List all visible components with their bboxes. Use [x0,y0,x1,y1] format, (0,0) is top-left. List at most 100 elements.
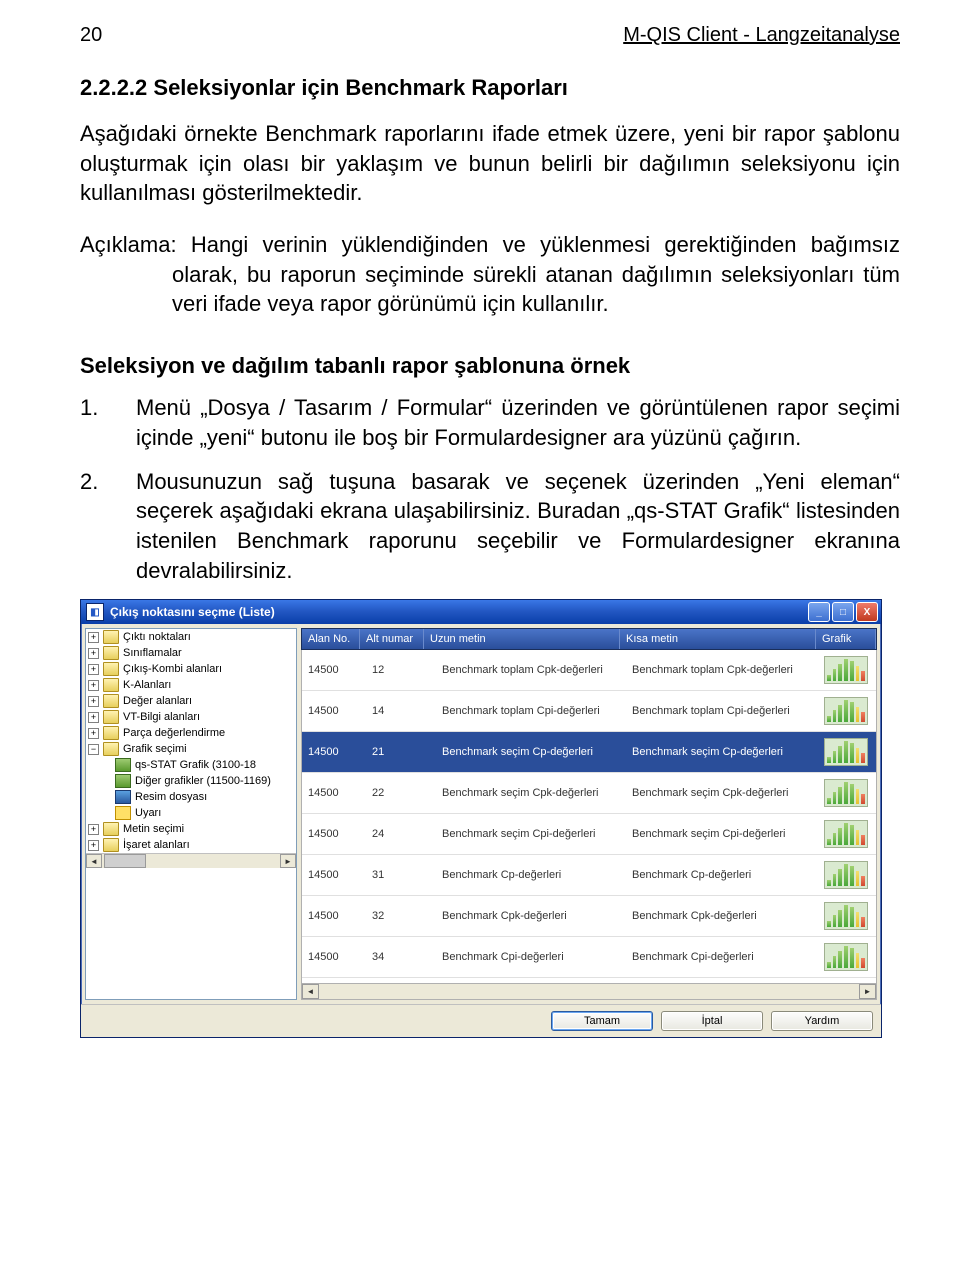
maximize-button[interactable]: □ [832,602,854,622]
table-row[interactable]: 1450024Benchmark seçim Cpi-değerleriBenc… [302,814,876,855]
img-icon [115,774,131,788]
table-row[interactable]: 1450034Benchmark Cpi-değerleriBenchmark … [302,937,876,978]
window-title: Çıkış noktasını seçme (Liste) [110,605,275,619]
cell-uzun-metin: Benchmark toplam Cpi-değerleri [436,705,626,717]
tree-item-label: Değer alanları [123,695,192,707]
tree-item[interactable]: + Çıktı noktaları [86,629,296,645]
expand-icon[interactable]: + [88,648,99,659]
bar-chart-icon [824,779,868,807]
cell-alt-numara: 34 [366,951,436,963]
tree-item[interactable]: +İşaret alanları [86,837,296,853]
tree-item-label: Sınıflamalar [123,647,182,659]
table-row[interactable]: 1450021Benchmark seçim Cp-değerleriBench… [302,732,876,773]
list-item-number: 1. [80,393,136,452]
close-button[interactable]: X [856,602,878,622]
tree-item-label: Çıktı noktaları [123,631,191,643]
collapse-icon[interactable]: − [88,744,99,755]
scroll-left-icon[interactable]: ◄ [86,854,102,868]
grid-header[interactable]: Alan No. Alt numar Uzun metin Kısa metin… [301,628,877,650]
cell-alt-numara: 24 [366,828,436,840]
grid-body[interactable]: 1450012Benchmark toplam Cpk-değerleriBen… [301,650,877,984]
minimize-button[interactable]: _ [808,602,830,622]
col-alan-no[interactable]: Alan No. [302,629,360,649]
col-grafik[interactable]: Grafik [816,629,876,649]
cell-grafik [816,902,876,930]
bar-chart-icon [824,656,868,684]
expand-icon[interactable]: + [88,696,99,707]
scroll-right-icon[interactable]: ► [280,854,296,868]
dialog-window: ◧ Çıkış noktasını seçme (Liste) _ □ X + Ç… [80,599,882,1038]
list-item: 1. Menü „Dosya / Tasarım / Formular“ üze… [80,393,900,452]
cell-kisa-metin: Benchmark toplam Cpk-değerleri [626,664,816,676]
tree-item[interactable]: qs-STAT Grafik (3100-18 [86,757,296,773]
tree-item[interactable]: +VT-Bilgi alanları [86,709,296,725]
tree-item[interactable]: − Grafik seçimi [86,741,296,757]
list-item-text: Mousunuzun sağ tuşuna basarak ve seçenek… [136,467,900,586]
expand-icon[interactable]: + [88,632,99,643]
cell-alan-no: 14500 [302,869,366,881]
cell-alan-no: 14500 [302,746,366,758]
bar-chart-icon [824,943,868,971]
cancel-button[interactable]: İptal [661,1011,763,1031]
tree-item[interactable]: +Metin seçimi [86,821,296,837]
tree-item[interactable]: Uyarı [86,805,296,821]
list-item: 2. Mousunuzun sağ tuşuna basarak ve seçe… [80,467,900,586]
bar-chart-icon [824,697,868,725]
cell-grafik [816,697,876,725]
scroll-left-icon[interactable]: ◄ [302,984,319,999]
tree-item[interactable]: +Parça değerlendirme [86,725,296,741]
cell-kisa-metin: Benchmark Cp-değerleri [626,869,816,881]
bar-chart-icon [824,861,868,889]
table-row[interactable]: 1450012Benchmark toplam Cpk-değerleriBen… [302,650,876,691]
expand-icon[interactable]: + [88,712,99,723]
tree-item-label: Grafik seçimi [123,743,187,755]
folder-icon [103,742,119,756]
tree-item[interactable]: + Sınıflamalar [86,645,296,661]
expand-icon[interactable]: + [88,840,99,851]
cell-alan-no: 14500 [302,705,366,717]
col-alt-numara[interactable]: Alt numar [360,629,424,649]
scroll-right-icon[interactable]: ► [859,984,876,999]
numbered-list: 1. Menü „Dosya / Tasarım / Formular“ üze… [80,393,900,585]
expand-icon[interactable]: + [88,664,99,675]
document-page: 20 M-QIS Client - Langzeitanalyse 2.2.2.… [0,0,960,1078]
cell-grafik [816,656,876,684]
col-uzun-metin[interactable]: Uzun metin [424,629,620,649]
table-row[interactable]: 1450022Benchmark seçim Cpk-değerleriBenc… [302,773,876,814]
cell-kisa-metin: Benchmark toplam Cpi-değerleri [626,705,816,717]
grid-scrollbar[interactable]: ◄ ► [301,984,877,1000]
tree-item-label: Uyarı [135,807,161,819]
table-row[interactable]: 1450032Benchmark Cpk-değerleriBenchmark … [302,896,876,937]
window-body: + Çıktı noktaları + Sınıflamalar + Çıkış-Komb… [81,624,881,1004]
folder-icon [103,646,119,660]
tree-scrollbar[interactable]: ◄ ► [86,853,296,868]
scroll-thumb[interactable] [104,854,146,868]
tree-item[interactable]: Resim dosyası [86,789,296,805]
folder-icon [103,694,119,708]
col-kisa-metin[interactable]: Kısa metin [620,629,816,649]
cell-alan-no: 14500 [302,787,366,799]
tree-item-label: Çıkış-Kombi alanları [123,663,222,675]
tree-item[interactable]: + Değer alanları [86,693,296,709]
table-row[interactable]: 1450031Benchmark Cp-değerleriBenchmark C… [302,855,876,896]
cell-alt-numara: 14 [366,705,436,717]
cell-alan-no: 14500 [302,828,366,840]
list-item-text: Menü „Dosya / Tasarım / Formular“ üzerin… [136,393,900,452]
page-number: 20 [80,24,102,47]
table-row[interactable]: 1450014Benchmark toplam Cpi-değerleriBen… [302,691,876,732]
tree-item[interactable]: + Çıkış-Kombi alanları [86,661,296,677]
tree-item[interactable]: +K-Alanları [86,677,296,693]
bar-chart-icon [824,902,868,930]
expand-icon[interactable]: + [88,728,99,739]
cell-uzun-metin: Benchmark Cpi-değerleri [436,951,626,963]
help-button[interactable]: Yardım [771,1011,873,1031]
tree-item[interactable]: Diğer grafikler (11500-1169) [86,773,296,789]
expand-icon[interactable]: + [88,680,99,691]
title-bar[interactable]: ◧ Çıkış noktasını seçme (Liste) _ □ X [81,600,881,624]
expand-icon[interactable]: + [88,824,99,835]
cell-alt-numara: 21 [366,746,436,758]
tree-panel[interactable]: + Çıktı noktaları + Sınıflamalar + Çıkış-Komb… [85,628,297,1000]
disk-icon [115,790,131,804]
folder-icon [103,726,119,740]
ok-button[interactable]: Tamam [551,1011,653,1031]
